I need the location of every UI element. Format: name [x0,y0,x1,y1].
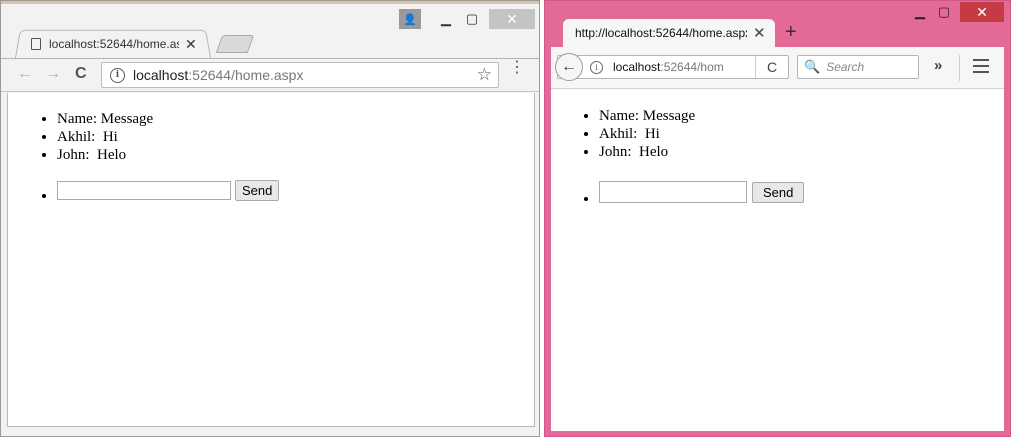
info-icon[interactable]: i [110,67,125,83]
firefox-toolbar: ← i localhost:52644/hom C 🔍 Search » [551,47,1004,89]
chrome-page-content: Name: Message Akhil: Hi John: Helo Send [7,93,535,427]
list-item: Name: Message [57,110,153,128]
firefox-window: ▁ ▢ ✕ http://localhost:52644/home.aspx ✕… [544,0,1011,437]
chrome-address-bar[interactable]: i localhost:52644/home.aspx ☆ [101,62,499,88]
toolbar-divider [959,55,960,81]
firefox-close-button[interactable]: ✕ [960,2,1004,22]
firefox-minimize-button[interactable]: ▁ [908,2,932,22]
compose-row: Send [599,181,805,203]
search-placeholder: Search [826,60,865,74]
chrome-tab-title: localhost:52644/home.aspx [49,37,179,51]
message-list: Name: Message Akhil: Hi John: Helo [599,107,695,161]
compose-row: Send [57,180,280,201]
send-button[interactable]: Send [752,181,805,203]
list-item: Send [599,181,805,208]
firefox-address-bar[interactable]: i localhost:52644/hom C [557,55,789,79]
firefox-reload-icon[interactable]: C [755,56,788,78]
firefox-search-box[interactable]: 🔍 Search [797,55,919,79]
chrome-new-tab-button[interactable] [215,35,255,53]
list-item: Send [57,180,280,205]
firefox-tab-close-icon[interactable]: ✕ [753,24,766,42]
firefox-new-tab-icon[interactable]: + [785,21,797,44]
list-item: Name: Message [599,107,695,125]
send-button[interactable]: Send [235,180,280,201]
chrome-tab[interactable]: localhost:52644/home.aspx ✕ [31,34,209,54]
firefox-info-icon[interactable]: i [590,60,603,74]
url-host: localhost [133,67,189,83]
list-item: John: Helo [599,143,695,161]
list-item: Akhil: Hi [599,125,695,143]
chrome-window-controls: 👤 ▁ ▢ ✕ [399,9,535,29]
compose-list: Send [599,181,805,208]
chrome-close-button[interactable]: ✕ [489,9,535,29]
message-input[interactable] [599,181,747,203]
bookmark-star-icon[interactable]: ☆ [477,65,492,85]
firefox-url-path: :52644/hom [660,60,724,74]
chrome-maximize-button[interactable]: ▢ [459,9,485,29]
firefox-tab-title: http://localhost:52644/home.aspx [575,26,747,40]
chrome-tab-close-icon[interactable]: ✕ [185,36,197,53]
compose-list: Send [57,180,280,205]
back-arrow-icon[interactable]: ← [17,65,33,83]
firefox-tab[interactable]: http://localhost:52644/home.aspx ✕ [563,19,775,47]
window-top-border [1,1,539,4]
firefox-maximize-button[interactable]: ▢ [932,2,956,22]
list-item: John: Helo [57,146,153,164]
page-icon [31,38,41,50]
firefox-url-host: localhost [613,60,661,74]
profile-icon[interactable]: 👤 [399,9,421,29]
chrome-minimize-button[interactable]: ▁ [433,9,459,29]
firefox-back-icon[interactable]: ← [555,53,583,81]
chrome-toolbar: ← → C i localhost:52644/home.aspx ☆ ⋮ [1,58,539,92]
overflow-chevron-icon[interactable]: » [934,57,942,74]
url-path: :52644/home.aspx [188,67,304,83]
message-input[interactable] [57,181,231,200]
message-list: Name: Message Akhil: Hi John: Helo [57,110,153,164]
firefox-window-controls: ▁ ▢ ✕ [908,2,1004,22]
chrome-menu-icon[interactable]: ⋮ [509,60,525,76]
reload-icon[interactable]: C [75,65,87,83]
hamburger-menu-icon[interactable] [973,59,989,77]
search-icon: 🔍 [804,59,821,74]
firefox-page-content: Name: Message Akhil: Hi John: Helo Send [551,89,1004,431]
forward-arrow-icon[interactable]: → [45,65,61,83]
list-item: Akhil: Hi [57,128,153,146]
chrome-window: localhost:52644/home.aspx ✕ 👤 ▁ ▢ ✕ ← → … [0,0,540,437]
